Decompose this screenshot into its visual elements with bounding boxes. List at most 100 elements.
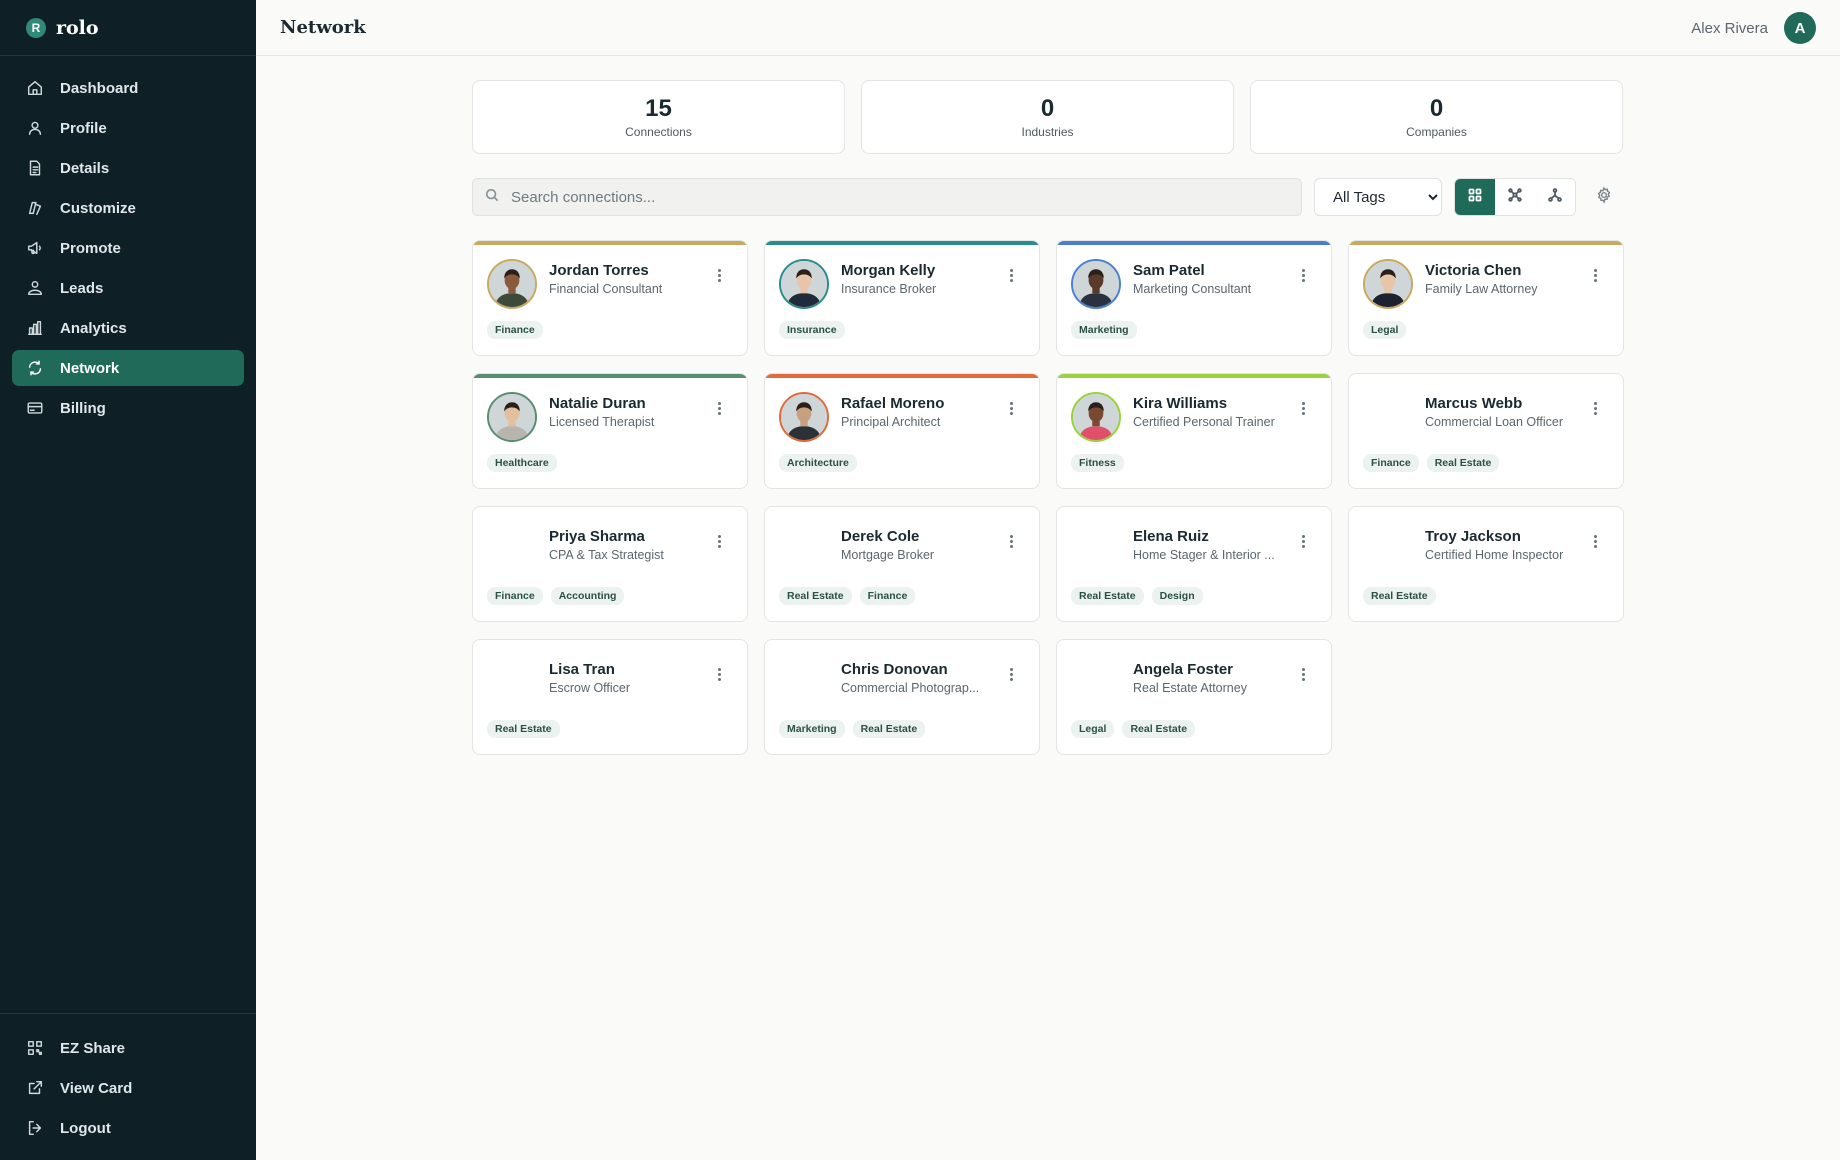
tree-view-button[interactable] — [1535, 179, 1575, 215]
sidebar-item-logout[interactable]: Logout — [12, 1110, 244, 1146]
more-options-icon[interactable] — [1297, 664, 1309, 684]
sidebar-item-profile[interactable]: Profile — [12, 110, 244, 146]
sidebar-item-view-card[interactable]: View Card — [12, 1070, 244, 1106]
sidebar-item-network[interactable]: Network — [12, 350, 244, 386]
tag-badge[interactable]: Design — [1151, 587, 1203, 605]
tag-badge[interactable]: Legal — [1363, 321, 1407, 339]
more-options-icon[interactable] — [1297, 398, 1309, 418]
connection-name[interactable]: Jordan Torres — [549, 262, 649, 279]
more-options-icon[interactable] — [1589, 531, 1601, 551]
connection-card[interactable]: Elena Ruiz Home Stager & Interior ... Real… — [1056, 506, 1332, 622]
connection-card[interactable]: Kira Williams Certified Personal Trainer F… — [1056, 373, 1332, 489]
connection-name[interactable]: Rafael Moreno — [841, 395, 944, 412]
more-options-icon[interactable] — [1297, 531, 1309, 551]
tag-badge[interactable]: Marketing — [1071, 321, 1137, 339]
tag-badge[interactable]: Finance — [487, 587, 543, 605]
stat-label: Companies — [1406, 125, 1467, 139]
palette-icon — [26, 199, 44, 217]
tag-badge[interactable]: Marketing — [779, 720, 845, 738]
connection-name[interactable]: Natalie Duran — [549, 395, 646, 412]
connection-card[interactable]: Rafael Moreno Principal Architect Architec… — [764, 373, 1040, 489]
connection-card[interactable]: Morgan Kelly Insurance Broker Insurance — [764, 240, 1040, 356]
connection-card[interactable]: Angela Foster Real Estate Attorney Legal Re… — [1056, 639, 1332, 755]
connection-card[interactable]: Troy Jackson Certified Home Inspector Real… — [1348, 506, 1624, 622]
connection-card[interactable]: Jordan Torres Financial Consultant Finance — [472, 240, 748, 356]
sidebar-item-billing[interactable]: Billing — [12, 390, 244, 426]
more-options-icon[interactable] — [1589, 265, 1601, 285]
tag-badge[interactable]: Real Estate — [1122, 720, 1196, 738]
connection-name[interactable]: Victoria Chen — [1425, 262, 1521, 279]
connection-tags: Marketing Real Estate — [779, 720, 926, 738]
user-menu[interactable]: Alex Rivera A — [1691, 12, 1816, 44]
tag-badge[interactable]: Accounting — [550, 587, 625, 605]
stat-value: 0 — [1429, 95, 1444, 122]
sidebar-item-analytics[interactable]: Analytics — [12, 310, 244, 346]
avatar[interactable]: A — [1784, 12, 1816, 44]
connection-name[interactable]: Kira Williams — [1133, 395, 1227, 412]
search-box[interactable] — [472, 178, 1302, 216]
tag-badge[interactable]: Fitness — [1071, 454, 1124, 472]
connection-name[interactable]: Priya Sharma — [549, 528, 645, 545]
connection-name[interactable]: Marcus Webb — [1425, 395, 1522, 412]
connection-name[interactable]: Chris Donovan — [841, 661, 948, 678]
tag-badge[interactable]: Architecture — [779, 454, 857, 472]
leads-icon — [26, 279, 44, 297]
connection-card[interactable]: Priya Sharma CPA & Tax Strategist Finance A… — [472, 506, 748, 622]
card-accent-bar — [765, 241, 1039, 245]
connection-name[interactable]: Elena Ruiz — [1133, 528, 1209, 545]
sidebar-item-details[interactable]: Details — [12, 150, 244, 186]
connection-card[interactable]: Sam Patel Marketing Consultant Marketing — [1056, 240, 1332, 356]
more-options-icon[interactable] — [713, 664, 725, 684]
tag-badge[interactable]: Finance — [859, 587, 916, 605]
connection-tags: Legal Real Estate — [1071, 720, 1196, 738]
more-options-icon[interactable] — [1005, 531, 1017, 551]
connection-title: Family Law Attorney — [1425, 282, 1538, 296]
connection-name[interactable]: Sam Patel — [1133, 262, 1205, 279]
cluster-view-icon — [1508, 187, 1522, 207]
connection-name[interactable]: Angela Foster — [1133, 661, 1233, 678]
connection-card[interactable]: Marcus Webb Commercial Loan Officer Financ… — [1348, 373, 1624, 489]
more-options-icon[interactable] — [1005, 398, 1017, 418]
connection-card[interactable]: Victoria Chen Family Law Attorney Legal — [1348, 240, 1624, 356]
stat-value: 15 — [645, 95, 672, 122]
more-options-icon[interactable] — [713, 398, 725, 418]
tag-badge[interactable]: Healthcare — [487, 454, 557, 472]
stats-row: 15 Connections 0 Industries 0 Companies — [472, 80, 1624, 154]
more-options-icon[interactable] — [713, 531, 725, 551]
more-options-icon[interactable] — [1297, 265, 1309, 285]
settings-button[interactable] — [1590, 183, 1618, 211]
tag-badge[interactable]: Legal — [1071, 720, 1115, 738]
tag-badge[interactable]: Real Estate — [1426, 454, 1500, 472]
tag-filter-select[interactable]: All Tags — [1314, 178, 1442, 216]
more-options-icon[interactable] — [1589, 398, 1601, 418]
tag-badge[interactable]: Real Estate — [487, 720, 560, 738]
connection-card[interactable]: Chris Donovan Commercial Photograp... Mark… — [764, 639, 1040, 755]
more-options-icon[interactable] — [1005, 664, 1017, 684]
connection-name[interactable]: Derek Cole — [841, 528, 919, 545]
sidebar-item-leads[interactable]: Leads — [12, 270, 244, 306]
tag-badge[interactable]: Real Estate — [1071, 587, 1144, 605]
sidebar-item-dashboard[interactable]: Dashboard — [12, 70, 244, 106]
cluster-view-button[interactable] — [1495, 179, 1535, 215]
brand[interactable]: R rolo — [0, 0, 256, 56]
sidebar-item-customize[interactable]: Customize — [12, 190, 244, 226]
tag-badge[interactable]: Real Estate — [1363, 587, 1436, 605]
more-options-icon[interactable] — [1005, 265, 1017, 285]
tag-badge[interactable]: Real Estate — [779, 587, 852, 605]
connection-title: CPA & Tax Strategist — [549, 548, 664, 562]
tag-badge[interactable]: Real Estate — [852, 720, 926, 738]
more-options-icon[interactable] — [713, 265, 725, 285]
tag-badge[interactable]: Finance — [487, 321, 543, 339]
tag-badge[interactable]: Insurance — [779, 321, 845, 339]
grid-view-button[interactable] — [1455, 179, 1495, 215]
connection-name[interactable]: Lisa Tran — [549, 661, 615, 678]
sidebar-item-ez-share[interactable]: EZ Share — [12, 1030, 244, 1066]
connection-card[interactable]: Derek Cole Mortgage Broker Real Estate Fina… — [764, 506, 1040, 622]
search-input[interactable] — [511, 188, 1271, 206]
connection-card[interactable]: Natalie Duran Licensed Therapist Healthcar… — [472, 373, 748, 489]
connection-card[interactable]: Lisa Tran Escrow Officer Real Estate — [472, 639, 748, 755]
connection-name[interactable]: Morgan Kelly — [841, 262, 935, 279]
connection-name[interactable]: Troy Jackson — [1425, 528, 1521, 545]
sidebar-item-promote[interactable]: Promote — [12, 230, 244, 266]
tag-badge[interactable]: Finance — [1363, 454, 1419, 472]
